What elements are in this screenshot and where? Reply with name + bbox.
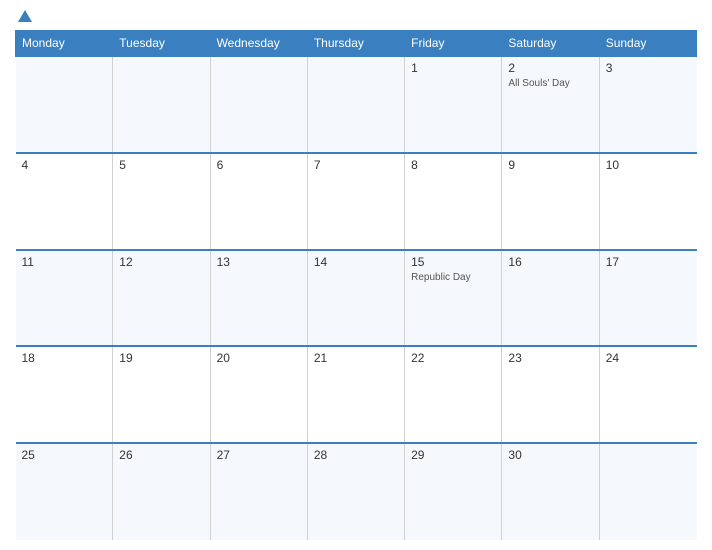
week-row-2: 456789 10 (16, 153, 697, 250)
day-cell: 9 (502, 153, 599, 250)
header-cell-wednesday: Wednesday (210, 31, 307, 57)
day-cell: 27 (210, 443, 307, 540)
day-number: 24 (606, 351, 691, 365)
day-number: 27 (217, 448, 301, 462)
day-number: 7 (314, 158, 398, 172)
header-row: MondayTuesdayWednesdayThursdayFridaySatu… (16, 31, 697, 57)
day-number: 30 (508, 448, 592, 462)
day-number: 6 (217, 158, 301, 172)
day-cell: 13 (210, 250, 307, 347)
day-number: 17 (606, 255, 691, 269)
day-cell (210, 56, 307, 153)
day-cell: 3 (599, 56, 696, 153)
day-number: 15 (411, 255, 495, 269)
week-row-4: 18 19 20 21 22 23 24 (16, 346, 697, 443)
day-number: 8 (411, 158, 495, 172)
day-number: 1 (411, 61, 495, 75)
day-number: 5 (119, 158, 203, 172)
day-cell: 21 (307, 346, 404, 443)
day-cell: 7 (307, 153, 404, 250)
week-row-5: 25 26 27 28 29 30 (16, 443, 697, 540)
day-cell: 5 (113, 153, 210, 250)
day-number: 4 (22, 158, 107, 172)
calendar-header: MondayTuesdayWednesdayThursdayFridaySatu… (16, 31, 697, 57)
day-number: 25 (22, 448, 107, 462)
day-number: 19 (119, 351, 203, 365)
day-number: 20 (217, 351, 301, 365)
day-number: 16 (508, 255, 592, 269)
day-cell: 12 (113, 250, 210, 347)
header-cell-tuesday: Tuesday (113, 31, 210, 57)
day-number: 28 (314, 448, 398, 462)
day-cell: 1 (405, 56, 502, 153)
header (15, 10, 697, 22)
week-row-1: 12 All Souls' Day 3 (16, 56, 697, 153)
calendar-table: MondayTuesdayWednesdayThursdayFridaySatu… (15, 30, 697, 540)
day-number: 21 (314, 351, 398, 365)
logo-triangle-icon (18, 10, 32, 22)
day-cell: 29 (405, 443, 502, 540)
day-cell: 24 (599, 346, 696, 443)
header-cell-saturday: Saturday (502, 31, 599, 57)
day-cell: 17 (599, 250, 696, 347)
day-number: 10 (606, 158, 691, 172)
day-cell: 11 (16, 250, 113, 347)
page: MondayTuesdayWednesdayThursdayFridaySatu… (0, 0, 712, 550)
day-number: 13 (217, 255, 301, 269)
day-number: 26 (119, 448, 203, 462)
header-cell-thursday: Thursday (307, 31, 404, 57)
day-number: 22 (411, 351, 495, 365)
day-number: 2 (508, 61, 592, 75)
day-cell: 18 (16, 346, 113, 443)
day-cell: 15 Republic Day (405, 250, 502, 347)
day-cell: 20 (210, 346, 307, 443)
day-number: 29 (411, 448, 495, 462)
day-cell: 22 (405, 346, 502, 443)
day-cell: 6 (210, 153, 307, 250)
day-cell: 25 (16, 443, 113, 540)
day-cell: 23 (502, 346, 599, 443)
day-cell: 14 (307, 250, 404, 347)
day-number: 18 (22, 351, 107, 365)
day-cell (113, 56, 210, 153)
week-row-3: 11 12 13 14 15 Republic Day 16 17 (16, 250, 697, 347)
header-cell-monday: Monday (16, 31, 113, 57)
day-cell: 19 (113, 346, 210, 443)
holiday-label: Republic Day (411, 271, 495, 284)
day-cell: 2 All Souls' Day (502, 56, 599, 153)
day-number: 9 (508, 158, 592, 172)
day-number: 14 (314, 255, 398, 269)
day-cell: 8 (405, 153, 502, 250)
calendar-body: 12All Souls' Day3456789101112131415Repub… (16, 56, 697, 540)
day-cell: 30 (502, 443, 599, 540)
day-number: 23 (508, 351, 592, 365)
logo (15, 10, 32, 22)
day-cell: 28 (307, 443, 404, 540)
header-cell-sunday: Sunday (599, 31, 696, 57)
day-cell: 4 (16, 153, 113, 250)
day-cell: 10 (599, 153, 696, 250)
header-cell-friday: Friday (405, 31, 502, 57)
day-cell: 16 (502, 250, 599, 347)
holiday-label: All Souls' Day (508, 77, 592, 90)
day-number: 3 (606, 61, 691, 75)
day-number: 11 (22, 255, 107, 269)
day-cell (16, 56, 113, 153)
day-number: 12 (119, 255, 203, 269)
day-cell: 26 (113, 443, 210, 540)
day-cell (599, 443, 696, 540)
day-cell (307, 56, 404, 153)
